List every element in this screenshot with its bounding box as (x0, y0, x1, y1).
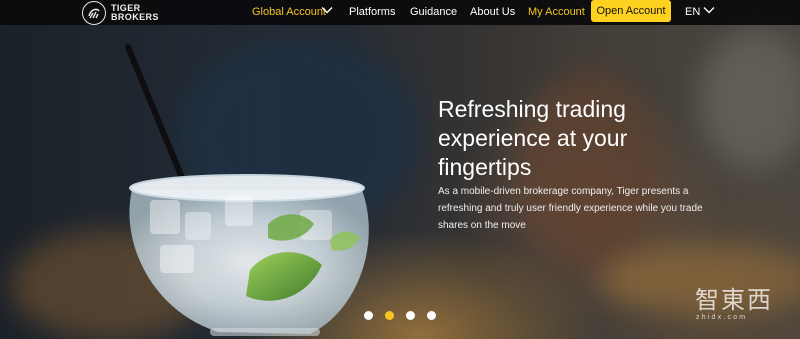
nav-about-us[interactable]: About Us (470, 5, 515, 19)
carousel-dot-1[interactable] (364, 311, 373, 320)
watermark-url: zhidx.com (696, 314, 748, 321)
headline-line: fingertips (438, 154, 532, 180)
nav-global-account[interactable]: Global Account (252, 5, 326, 19)
watermark-logo: 智東西 (695, 287, 773, 314)
carousel-dot-3[interactable] (406, 311, 415, 320)
open-account-button[interactable]: Open Account (591, 0, 671, 22)
brand-line-2: BROKERS (111, 12, 159, 22)
subtext-line: refreshing and truly user friendly exper… (438, 203, 703, 214)
top-navbar: TIGER BROKERS Global Account Platforms G… (0, 0, 800, 25)
hero-headline: Refreshing trading experience at your fi… (438, 95, 688, 182)
carousel-indicators (364, 311, 436, 321)
subtext-line: shares on the move (438, 220, 526, 231)
chevron-down-icon[interactable] (703, 6, 715, 14)
hero-banner: TIGER BROKERS Global Account Platforms G… (0, 0, 800, 339)
hero-subtext: As a mobile-driven brokerage company, Ti… (438, 183, 738, 234)
brand-logo[interactable]: TIGER BROKERS (82, 1, 159, 25)
headline-line: experience at your (438, 125, 628, 151)
nav-my-account[interactable]: My Account (528, 5, 585, 19)
nav-global-account-label: Global Account (252, 6, 326, 18)
tiger-brokers-logo-icon (82, 1, 106, 25)
watermark: 智東西 zhidx.com (695, 288, 773, 322)
chevron-down-icon[interactable] (321, 6, 333, 14)
language-selector[interactable]: EN (685, 5, 700, 19)
carousel-dot-2[interactable] (385, 311, 394, 320)
subtext-line: As a mobile-driven brokerage company, Ti… (438, 186, 689, 197)
brand-name: TIGER BROKERS (111, 4, 159, 22)
carousel-dot-4[interactable] (427, 311, 436, 320)
nav-platforms[interactable]: Platforms (349, 5, 395, 19)
headline-line: Refreshing trading (438, 96, 626, 122)
nav-guidance[interactable]: Guidance (410, 5, 457, 19)
